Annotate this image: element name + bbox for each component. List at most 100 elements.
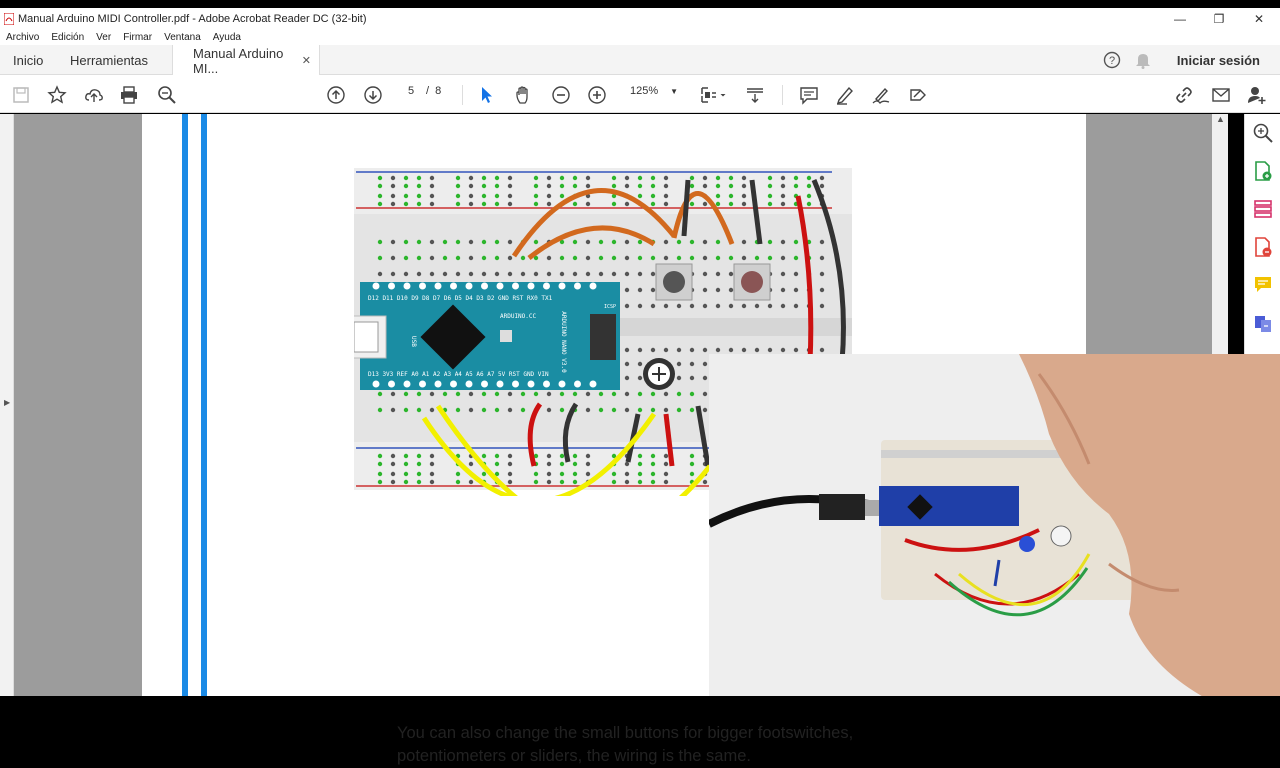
- breadboard-hole: [637, 407, 643, 413]
- breadboard-hole: [637, 183, 643, 189]
- breadboard-hole: [403, 201, 409, 207]
- zoom-search-icon[interactable]: [156, 84, 178, 106]
- board-pin: [481, 380, 488, 388]
- breadboard-hole: [533, 193, 539, 199]
- breadboard-hole: [494, 239, 500, 245]
- breadboard-hole: [455, 183, 461, 189]
- board-pin: [558, 380, 566, 388]
- highlight-pen-icon[interactable]: [834, 84, 856, 106]
- breadboard-hole: [377, 175, 383, 181]
- add-user-icon[interactable]: [1246, 84, 1268, 106]
- board-pin: [574, 380, 581, 388]
- breadboard-hole: [715, 193, 721, 199]
- menu-ver[interactable]: Ver: [96, 32, 111, 43]
- fill-sign-icon[interactable]: [907, 84, 929, 106]
- board-pin: [496, 380, 504, 388]
- breadboard-hole: [572, 175, 578, 181]
- help-icon[interactable]: ?: [1103, 51, 1121, 69]
- breadboard-hole: [455, 479, 461, 485]
- board-pin: [403, 380, 411, 388]
- next-page-icon[interactable]: [362, 84, 384, 106]
- board-brand: ARDUINO.CC: [500, 313, 537, 320]
- minimize-button[interactable]: —: [1160, 8, 1200, 29]
- breadboard-hole: [767, 239, 773, 245]
- breadboard-hole: [559, 479, 565, 485]
- close-window-button[interactable]: ✕: [1239, 8, 1279, 29]
- breadboard-hole: [715, 239, 721, 245]
- pdf-file-icon: [4, 12, 14, 25]
- breadboard-hole: [754, 255, 760, 261]
- breadboard-hole: [715, 271, 721, 277]
- breadboard-hole: [819, 255, 825, 261]
- bookmark-star-icon[interactable]: [46, 84, 68, 106]
- breadboard-hole: [689, 303, 695, 309]
- draw-sign-icon[interactable]: [870, 84, 892, 106]
- zoom-out-icon[interactable]: [550, 84, 572, 106]
- breadboard-hole: [416, 175, 422, 181]
- breadboard-hole: [546, 391, 552, 397]
- current-page-input[interactable]: 5: [396, 85, 426, 97]
- tab-document[interactable]: Manual Arduino MI... ✕: [172, 45, 320, 76]
- breadboard-hole: [741, 347, 747, 353]
- comment-tool-icon[interactable]: [1252, 274, 1274, 296]
- board-pin: [419, 282, 426, 290]
- breadboard-hole: [416, 407, 422, 413]
- menu-ayuda[interactable]: Ayuda: [213, 32, 241, 43]
- create-pdf-icon[interactable]: [1252, 160, 1274, 182]
- breadboard-hole: [533, 271, 539, 277]
- breadboard-hole: [819, 271, 825, 277]
- upload-cloud-icon[interactable]: [83, 84, 105, 106]
- comment-icon[interactable]: [798, 84, 820, 106]
- breadboard-hole: [676, 255, 682, 261]
- breadboard-hole: [390, 193, 396, 199]
- breadboard-hole: [403, 391, 409, 397]
- breadboard-hole: [585, 175, 591, 181]
- scroll-up-icon[interactable]: ▲: [1216, 114, 1225, 124]
- previous-page-icon[interactable]: [325, 84, 347, 106]
- breadboard-hole: [390, 391, 396, 397]
- zoom-in-icon[interactable]: [586, 84, 608, 106]
- breadboard-hole: [455, 201, 461, 207]
- breadboard-hole: [689, 471, 695, 477]
- organize-pages-icon[interactable]: [1252, 198, 1274, 220]
- breadboard-hole: [611, 175, 617, 181]
- zoom-select[interactable]: 125% ▼: [620, 85, 680, 97]
- maximize-button[interactable]: ❐: [1199, 8, 1239, 29]
- email-icon[interactable]: [1210, 84, 1232, 106]
- zoom-level: 125%: [630, 85, 659, 97]
- board-pin: [434, 380, 442, 388]
- breadboard-hole: [624, 271, 630, 277]
- breadboard-hole: [572, 183, 578, 189]
- menu-ventana[interactable]: Ventana: [164, 32, 201, 43]
- breadboard-hole: [585, 471, 591, 477]
- save-icon[interactable]: [10, 84, 32, 106]
- breadboard-hole: [767, 193, 773, 199]
- menu-edicion[interactable]: Edición: [51, 32, 84, 43]
- menu-archivo[interactable]: Archivo: [6, 32, 39, 43]
- signin-link[interactable]: Iniciar sesión: [1177, 53, 1260, 68]
- share-link-icon[interactable]: [1173, 84, 1195, 106]
- notifications-bell-icon[interactable]: [1135, 51, 1151, 69]
- tab-home[interactable]: Inicio: [13, 45, 43, 75]
- fit-dropdown-icon[interactable]: [716, 84, 730, 106]
- page-separator: /: [426, 85, 430, 97]
- breadboard-hole: [377, 271, 383, 277]
- scroll-mode-icon[interactable]: [744, 84, 766, 106]
- select-cursor-icon[interactable]: [476, 84, 498, 106]
- tab-tools[interactable]: Herramientas: [70, 45, 148, 75]
- board-pin: [388, 380, 395, 388]
- left-nav-strip[interactable]: ▶: [0, 114, 14, 696]
- more-tools-icon[interactable]: [1252, 312, 1274, 334]
- hand-tool-icon[interactable]: [513, 84, 535, 106]
- export-pdf-icon[interactable]: [1252, 236, 1274, 258]
- board-pin: [589, 380, 597, 388]
- tab-close-icon[interactable]: ✕: [302, 54, 311, 67]
- print-icon[interactable]: [118, 84, 140, 106]
- search-tool-icon[interactable]: [1252, 122, 1274, 144]
- breadboard-hole: [377, 239, 383, 245]
- breadboard-hole: [468, 391, 474, 397]
- expand-panel-icon[interactable]: ▶: [4, 398, 10, 407]
- breadboard-hole: [520, 271, 526, 277]
- menu-firmar[interactable]: Firmar: [123, 32, 152, 43]
- breadboard-hole: [611, 391, 617, 397]
